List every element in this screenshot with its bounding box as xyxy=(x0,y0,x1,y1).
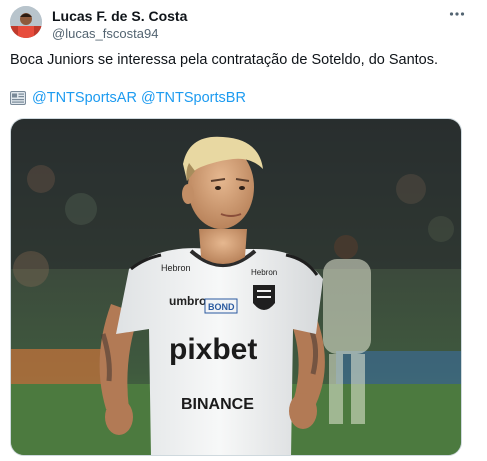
author-handle[interactable]: @lucas_fscosta94 xyxy=(52,25,187,42)
more-horizontal-icon xyxy=(448,5,466,28)
jersey-text-hebron-right: Hebron xyxy=(251,268,277,277)
more-options-button[interactable] xyxy=(447,6,467,26)
tweet-header: Lucas F. de S. Costa @lucas_fscosta94 xyxy=(52,8,187,42)
author-display-name[interactable]: Lucas F. de S. Costa xyxy=(52,8,187,25)
jersey-text-binance: BINANCE xyxy=(181,396,254,413)
jersey-text-hebron-left: Hebron xyxy=(161,263,191,273)
jersey-text-umbro: umbro xyxy=(169,294,206,308)
newspaper-icon xyxy=(10,91,26,105)
mention-tntsportsbr[interactable]: @TNTSportsBR xyxy=(141,89,246,107)
jersey-text-bond: BOND xyxy=(208,302,235,312)
tweet-photo[interactable]: Hebron Hebron umbro BOND pixbet BINANCE xyxy=(10,118,462,456)
avatar[interactable] xyxy=(10,6,42,38)
mention-tntsportsar[interactable]: @TNTSportsAR xyxy=(32,89,137,107)
mention-line: @TNTSportsAR @TNTSportsBR xyxy=(10,89,246,107)
tweet-text: Boca Juniors se interessa pela contrataç… xyxy=(10,52,439,68)
tweet-card[interactable]: Lucas F. de S. Costa @lucas_fscosta94 Bo… xyxy=(0,0,487,461)
jersey-text-pixbet: pixbet xyxy=(169,333,257,366)
photo-image: Hebron Hebron umbro BOND pixbet BINANCE xyxy=(11,119,461,455)
